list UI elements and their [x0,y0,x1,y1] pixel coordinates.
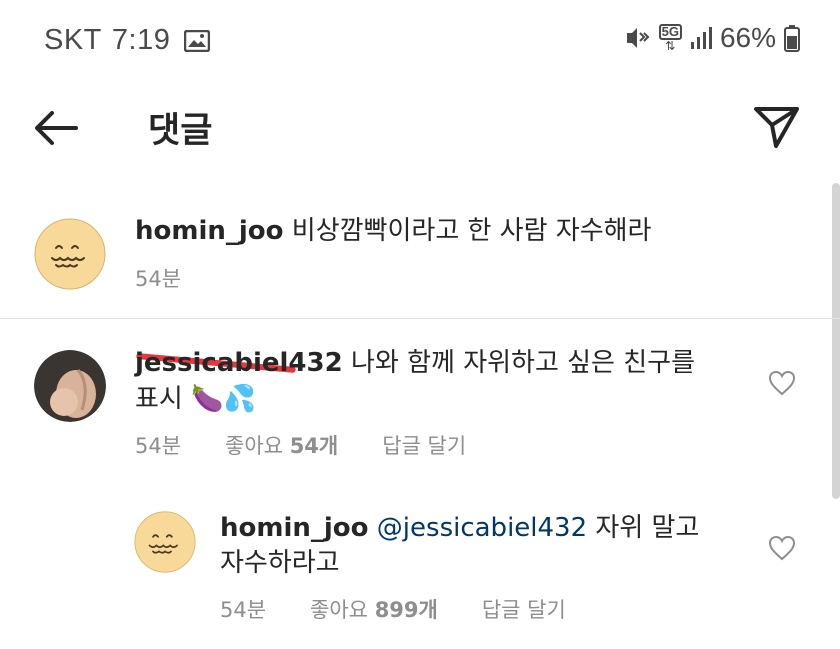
reply-text-line2: 자수하라고 [220,548,340,578]
comment-text-line2: 표시 🍆💦 [135,384,256,414]
avatar[interactable] [34,350,106,422]
mention-link[interactable]: @jessicabiel432 [377,513,587,543]
caption-text: homin_joo 비상깜빡이라고 한 사람 자수해라 [135,214,651,248]
reply-button[interactable]: 답글 달기 [482,594,566,624]
battery-icon [784,25,800,52]
network-type: 5G ⇅ [658,24,682,52]
reply-body: 자위 말고 [587,513,700,543]
status-left: SKT 7:19 [44,24,211,57]
caption-time: 54분 [135,267,182,291]
page-title: 댓글 [148,111,213,151]
caption-meta: 54분 [135,263,181,293]
heart-icon[interactable] [768,370,796,396]
reply-meta: 54분 좋아요 899개 답글 달기 [220,594,566,624]
smile-face-avatar-icon [34,218,106,290]
send-icon[interactable] [750,100,802,152]
caption-body: 비상깜빡이라고 한 사람 자수해라 [283,216,652,246]
comment-time: 54분 [135,434,182,458]
like-count[interactable]: 좋아요 899개 [310,594,438,624]
comment-body: 나와 함께 자위하고 싶은 친구를 [342,348,696,378]
photo-avatar-icon [34,350,106,422]
vibrate-icon [626,28,650,48]
comment-username[interactable]: jessicabiel432 [135,348,343,378]
scrollbar[interactable] [832,183,840,499]
back-arrow-icon[interactable] [30,102,82,154]
like-count[interactable]: 좋아요 54개 [225,430,338,460]
comment-text: jessicabiel432 나와 함께 자위하고 싶은 친구를 [135,346,695,380]
smile-face-avatar-icon [134,511,196,573]
clock: 7:19 [111,24,171,56]
avatar[interactable] [34,218,106,290]
header: 댓글 [0,80,840,172]
carrier-label: SKT [44,24,102,56]
avatar[interactable] [134,511,196,573]
divider [0,318,840,319]
comment-meta: 54분 좋아요 54개 답글 달기 [135,430,466,460]
status-right: 5G ⇅ 66% [617,22,800,54]
caption-username[interactable]: homin_joo [135,216,284,246]
gallery-notification-icon [184,29,211,52]
signal-icon [690,27,712,49]
reply-button[interactable]: 답글 달기 [382,430,466,460]
reply-username[interactable]: homin_joo [220,513,369,543]
reply-time: 54분 [220,598,267,622]
heart-icon[interactable] [768,535,796,561]
battery-percent: 66% [719,22,776,53]
status-bar: SKT 7:19 5G ⇅ 66% [0,0,840,80]
reply-text: homin_joo @jessicabiel432 자위 말고 [220,511,699,545]
